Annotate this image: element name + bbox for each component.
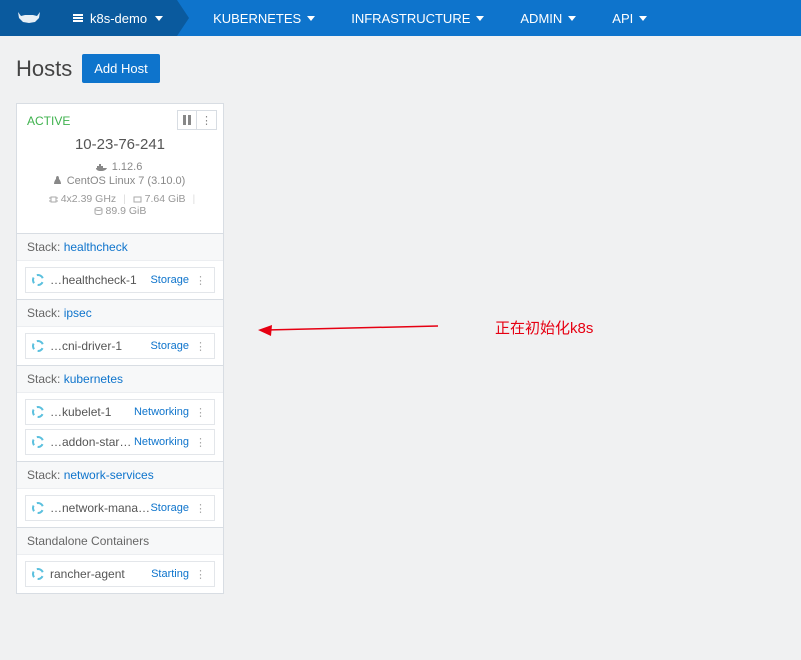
stack-body: …healthcheck-1Storage ⋮ bbox=[17, 261, 223, 299]
spinner-icon bbox=[32, 274, 44, 286]
chevron-down-icon bbox=[476, 16, 484, 21]
spinner-icon bbox=[32, 436, 44, 448]
page-title: Hosts bbox=[16, 56, 72, 82]
stack-header: Stack: kubernetes bbox=[17, 366, 223, 393]
host-name: 10-23-76-241 bbox=[27, 130, 213, 161]
container-name: …healthcheck-1 bbox=[50, 273, 150, 287]
container-badge: Networking bbox=[134, 436, 189, 448]
nav-infrastructure[interactable]: INFRASTRUCTURE bbox=[333, 0, 502, 36]
docker-icon bbox=[96, 163, 107, 171]
stack-link[interactable]: kubernetes bbox=[64, 372, 123, 386]
annotation-text: 正在初始化k8s bbox=[495, 317, 593, 338]
container-menu-button[interactable]: ⋮ bbox=[193, 502, 208, 515]
stack-body: …cni-driver-1Storage ⋮ bbox=[17, 327, 223, 365]
stack-section: Stack: network-services …network-manager-… bbox=[17, 461, 223, 527]
page-header: Hosts Add Host bbox=[16, 54, 785, 83]
stack-link[interactable]: ipsec bbox=[64, 306, 92, 320]
stack-header: Stack: network-services bbox=[17, 462, 223, 489]
stack-section: Standalone Containers rancher-agentStarti… bbox=[17, 527, 223, 593]
host-os: CentOS Linux 7 (3.10.0) bbox=[27, 175, 213, 189]
spinner-icon bbox=[32, 568, 44, 580]
spinner-icon bbox=[32, 406, 44, 418]
spinner-icon bbox=[32, 502, 44, 514]
container-row[interactable]: …kubelet-1Networking ⋮ bbox=[25, 399, 215, 425]
container-menu-button[interactable]: ⋮ bbox=[193, 436, 208, 449]
container-badge: Networking bbox=[134, 406, 189, 418]
annotation-arrow bbox=[258, 318, 438, 338]
pause-icon bbox=[183, 115, 191, 125]
container-badge: Storage bbox=[150, 340, 189, 352]
container-badge: Storage bbox=[150, 274, 189, 286]
container-badge: Starting bbox=[151, 568, 189, 580]
host-status: ACTIVE bbox=[27, 114, 70, 128]
stack-icon bbox=[72, 12, 84, 24]
container-row[interactable]: …cni-driver-1Storage ⋮ bbox=[25, 333, 215, 359]
stack-section: Stack: kubernetes…kubelet-1Networking⋮…a… bbox=[17, 365, 223, 461]
disk-icon bbox=[94, 207, 103, 216]
container-menu-button[interactable]: ⋮ bbox=[193, 568, 208, 581]
cpu-icon bbox=[49, 195, 58, 204]
container-menu-button[interactable]: ⋮ bbox=[193, 406, 208, 419]
container-row[interactable]: …network-manager-1Storage ⋮ bbox=[25, 495, 215, 521]
stack-name: Standalone Containers bbox=[27, 534, 149, 548]
stack-header: Stack: ipsec bbox=[17, 300, 223, 327]
stack-section: Stack: ipsec …cni-driver-1Storage ⋮ bbox=[17, 299, 223, 365]
host-card: ACTIVE ⋮ 10-23-76-241 1.12.6 CentOS Linu… bbox=[16, 103, 224, 594]
spinner-icon bbox=[32, 340, 44, 352]
chevron-down-icon bbox=[568, 16, 576, 21]
container-row[interactable]: …addon-starter-1Networking ⋮ bbox=[25, 429, 215, 455]
memory-icon bbox=[133, 195, 142, 204]
environment-selector[interactable]: k8s-demo bbox=[58, 0, 177, 36]
nav-api[interactable]: API bbox=[594, 0, 665, 36]
container-badge: Storage bbox=[150, 502, 189, 514]
stack-link[interactable]: healthcheck bbox=[64, 240, 128, 254]
nav-kubernetes[interactable]: KUBERNETES bbox=[195, 0, 333, 36]
host-menu-button[interactable]: ⋮ bbox=[197, 110, 217, 130]
logo[interactable] bbox=[0, 0, 58, 36]
container-name: rancher-agent bbox=[50, 567, 151, 581]
stack-header: Stack: healthcheck bbox=[17, 234, 223, 261]
container-name: …addon-starter-1 bbox=[50, 435, 134, 449]
linux-icon bbox=[53, 176, 62, 186]
stack-body: …kubelet-1Networking⋮…addon-starter-1Net… bbox=[17, 393, 223, 461]
chevron-down-icon bbox=[155, 16, 163, 21]
container-row[interactable]: rancher-agentStarting ⋮ bbox=[25, 561, 215, 587]
top-navbar: k8s-demo KUBERNETES INFRASTRUCTURE ADMIN… bbox=[0, 0, 801, 36]
host-specs: 4x2.39 GHz | 7.64 GiB | 89.9 GiB bbox=[27, 189, 213, 227]
container-name: …network-manager-1 bbox=[50, 501, 150, 515]
container-menu-button[interactable]: ⋮ bbox=[193, 274, 208, 287]
container-name: …kubelet-1 bbox=[50, 405, 134, 419]
environment-name: k8s-demo bbox=[90, 11, 147, 26]
container-row[interactable]: …healthcheck-1Storage ⋮ bbox=[25, 267, 215, 293]
stack-section: Stack: healthcheck …healthcheck-1Storage ⋮ bbox=[17, 233, 223, 299]
chevron-down-icon bbox=[639, 16, 647, 21]
stack-link[interactable]: network-services bbox=[64, 468, 154, 482]
stack-body: rancher-agentStarting ⋮ bbox=[17, 555, 223, 593]
add-host-button[interactable]: Add Host bbox=[82, 54, 159, 83]
chevron-down-icon bbox=[307, 16, 315, 21]
container-name: …cni-driver-1 bbox=[50, 339, 150, 353]
host-actions: ⋮ bbox=[177, 110, 217, 130]
pause-button[interactable] bbox=[177, 110, 197, 130]
container-menu-button[interactable]: ⋮ bbox=[193, 340, 208, 353]
nav-admin[interactable]: ADMIN bbox=[502, 0, 594, 36]
cow-icon bbox=[15, 10, 43, 26]
stack-header: Standalone Containers bbox=[17, 528, 223, 555]
host-docker: 1.12.6 bbox=[27, 161, 213, 175]
stack-body: …network-manager-1Storage ⋮ bbox=[17, 489, 223, 527]
